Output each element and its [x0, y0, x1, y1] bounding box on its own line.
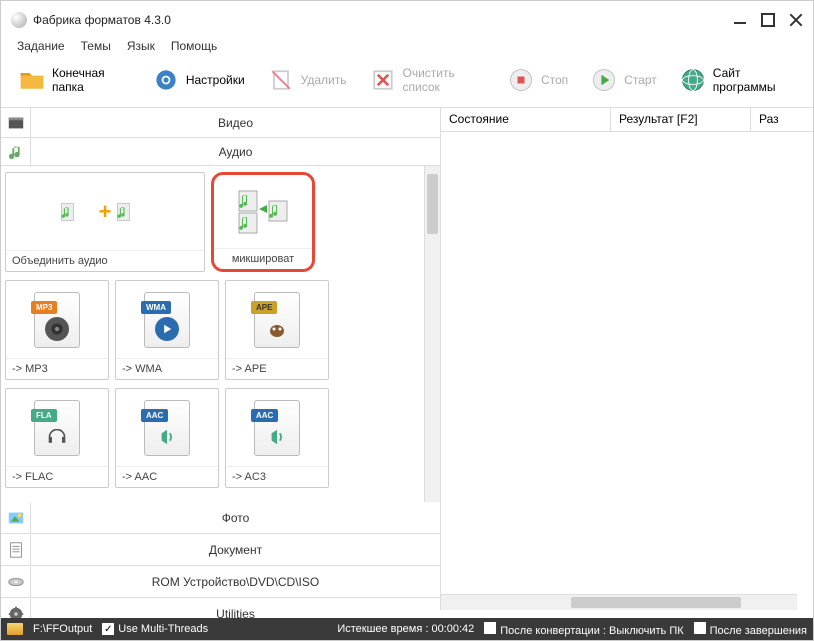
menu-lang[interactable]: Язык [127, 39, 155, 53]
video-icon [1, 108, 31, 138]
stop-icon [507, 66, 535, 94]
status-folder-icon[interactable] [7, 623, 23, 635]
status-output-path[interactable]: F:\FFOutput [33, 623, 92, 635]
audio-grid: + Объединить аудио [1, 166, 424, 502]
checkbox-icon [694, 622, 706, 634]
gear-icon [152, 66, 180, 94]
right-list-body [441, 132, 813, 610]
category-document-label: Документ [31, 543, 440, 557]
document-icon [1, 535, 31, 565]
aac-badge: AAC [141, 409, 168, 422]
stop-button[interactable]: Стоп [498, 61, 577, 99]
app-icon [11, 12, 27, 28]
clear-list-label: Очистить список [403, 66, 485, 94]
rom-icon [1, 567, 31, 597]
folder-icon [18, 66, 46, 94]
start-icon [590, 66, 618, 94]
tile-mp3-label: -> MP3 [6, 358, 108, 379]
main-area: Видео Аудио + Объединить аудио [1, 108, 813, 610]
site-button[interactable]: Сайт программы [670, 61, 805, 99]
mp3-badge: MP3 [31, 301, 57, 314]
right-panel: Состояние Результат [F2] Раз [441, 108, 813, 610]
category-rom[interactable]: ROM Устройство\DVD\CD\ISO [1, 566, 440, 598]
status-after-done-check[interactable]: После завершения [694, 622, 807, 637]
status-multithreads-check[interactable]: ✓Use Multi-Threads [102, 623, 208, 636]
clear-icon [369, 66, 397, 94]
menu-themes[interactable]: Темы [81, 39, 111, 53]
tile-ac3[interactable]: AAC -> AC3 [225, 388, 329, 488]
audio-icon [1, 137, 31, 167]
col-state[interactable]: Состояние [441, 108, 611, 131]
tile-aac[interactable]: AAC -> AAC [115, 388, 219, 488]
category-audio-label: Аудио [31, 145, 440, 159]
audio-grid-panel: + Объединить аудио [1, 166, 440, 502]
menu-task[interactable]: Задание [17, 39, 65, 53]
tile-flac[interactable]: FLA -> FLAC [5, 388, 109, 488]
menubar: Задание Темы Язык Помощь [1, 35, 813, 57]
start-label: Старт [624, 73, 657, 87]
clear-list-button[interactable]: Очистить список [360, 61, 494, 99]
tile-wma[interactable]: WMA -> WMA [115, 280, 219, 380]
col-result[interactable]: Результат [F2] [611, 108, 751, 131]
checkbox-icon: ✓ [102, 623, 114, 635]
window-title: Фабрика форматов 4.3.0 [33, 13, 719, 27]
settings-label: Настройки [186, 73, 245, 87]
site-label: Сайт программы [713, 66, 796, 94]
photo-icon [1, 503, 31, 533]
tile-ac3-label: -> AC3 [226, 466, 328, 487]
tile-mix[interactable]: микшироват [211, 172, 315, 272]
category-video[interactable]: Видео [1, 108, 440, 138]
col-size[interactable]: Раз [751, 108, 813, 131]
tile-aac-label: -> AAC [116, 466, 218, 487]
delete-label: Удалить [301, 73, 347, 87]
checkbox-icon [484, 622, 496, 634]
scroll-thumb[interactable] [427, 174, 438, 234]
titlebar: Фабрика форматов 4.3.0 [1, 1, 813, 35]
tile-ape[interactable]: APE -> APE [225, 280, 329, 380]
tile-mp3[interactable]: MP3 -> MP3 [5, 280, 109, 380]
mix-icon [214, 175, 312, 248]
tile-join-audio-label: Объединить аудио [6, 250, 204, 271]
category-photo[interactable]: Фото [1, 502, 440, 534]
delete-button[interactable]: Удалить [258, 61, 356, 99]
category-document[interactable]: Документ [1, 534, 440, 566]
output-folder-label: Конечная папка [52, 66, 130, 94]
settings-button[interactable]: Настройки [143, 61, 254, 99]
aac2-badge: AAC [251, 409, 278, 422]
left-panel: Видео Аудио + Объединить аудио [1, 108, 441, 610]
ape-badge: APE [251, 301, 277, 314]
tile-wma-label: -> WMA [116, 358, 218, 379]
tile-join-audio[interactable]: + Объединить аудио [5, 172, 205, 272]
start-button[interactable]: Старт [581, 61, 666, 99]
status-after-conv-check[interactable]: После конвертации : Выключить ПК [484, 622, 683, 637]
delete-icon [267, 66, 295, 94]
category-photo-label: Фото [31, 511, 440, 525]
join-audio-icon: + [6, 173, 204, 250]
wma-badge: WMA [141, 301, 171, 314]
category-rom-label: ROM Устройство\DVD\CD\ISO [31, 575, 440, 589]
window-maximize-button[interactable] [761, 13, 775, 27]
right-hscrollbar[interactable] [441, 594, 797, 610]
columns-header: Состояние Результат [F2] Раз [441, 108, 813, 132]
statusbar: F:\FFOutput ✓Use Multi-Threads Истекшее … [1, 618, 813, 640]
category-stack: Фото Документ ROM Устройство\DVD\CD\ISO … [1, 502, 440, 630]
tile-flac-label: -> FLAC [6, 466, 108, 487]
window-minimize-button[interactable] [733, 13, 747, 27]
stop-label: Стоп [541, 73, 568, 87]
tile-ape-label: -> APE [226, 358, 328, 379]
output-folder-button[interactable]: Конечная папка [9, 61, 139, 99]
left-scrollbar[interactable] [424, 166, 440, 502]
status-elapsed: Истекшее время : 00:00:42 [337, 623, 474, 635]
category-video-label: Видео [31, 116, 440, 130]
globe-icon [679, 66, 707, 94]
window-close-button[interactable] [789, 13, 803, 27]
category-audio[interactable]: Аудио [1, 138, 440, 166]
tile-mix-label: микшироват [214, 248, 312, 269]
menu-help[interactable]: Помощь [171, 39, 217, 53]
fla-badge: FLA [31, 409, 57, 422]
toolbar: Конечная папка Настройки Удалить Очистит… [1, 57, 813, 108]
right-hscroll-thumb[interactable] [571, 597, 741, 608]
